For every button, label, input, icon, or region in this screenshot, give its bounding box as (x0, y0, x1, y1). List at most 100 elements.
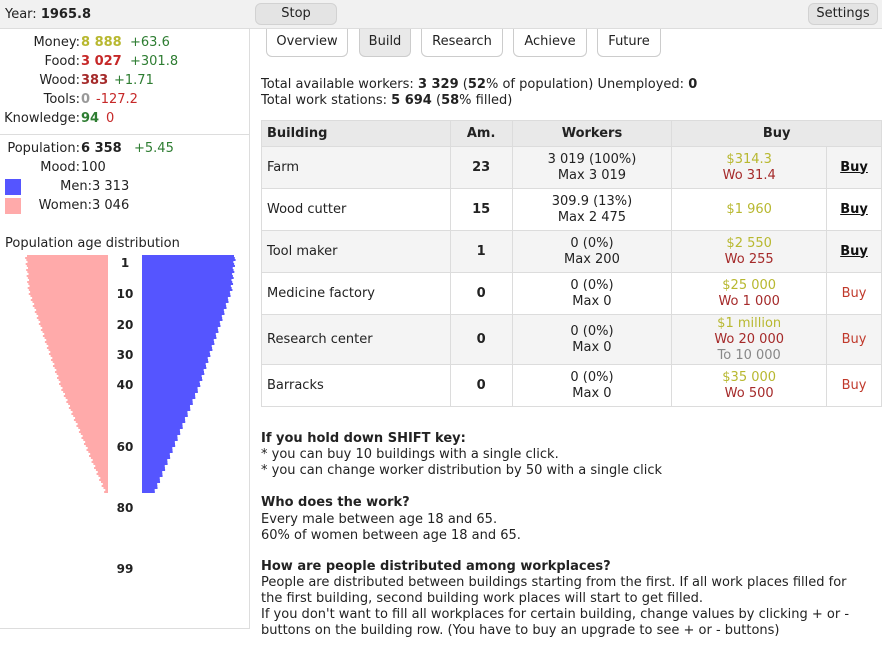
building-name: Research center (261, 314, 451, 365)
men-age-bar (142, 307, 227, 309)
men-age-bar (142, 303, 226, 305)
women-age-bar (36, 309, 108, 311)
women-age-bar (54, 367, 108, 369)
wood-value: 383 (81, 73, 109, 88)
tab-overview[interactable]: Overview (266, 29, 348, 57)
men-age-bar (142, 275, 233, 277)
buy-button[interactable]: Buy (840, 202, 868, 217)
wood-cost: Wo 500 (724, 385, 774, 401)
building-cost: $314.3 Wo 31.4 (671, 146, 828, 189)
buy-button[interactable]: Buy (840, 160, 868, 175)
men-age-bar (142, 337, 217, 339)
buy-cell: Buy (826, 146, 882, 189)
women-age-bar (54, 371, 108, 373)
women-age-bar (62, 387, 108, 389)
men-age-bar (142, 317, 223, 319)
men-age-bar (142, 313, 225, 315)
men-age-bar (142, 431, 181, 433)
women-age-bar (38, 319, 108, 321)
available-workers-label: Total available workers: (261, 77, 414, 92)
women-age-bar (99, 479, 108, 481)
men-age-bar (142, 461, 168, 463)
women-age-bar (90, 457, 108, 459)
women-age-bar (46, 339, 108, 341)
age-label: 10 (116, 287, 134, 301)
men-age-bar (142, 363, 206, 365)
men-age-bar (142, 391, 198, 393)
women-age-bar (105, 489, 108, 491)
men-row: Men: 3 313 (0, 179, 250, 198)
settings-button[interactable]: Settings (808, 3, 878, 25)
women-age-bar (27, 281, 108, 283)
women-age-bar (32, 305, 109, 307)
workers-count: 0 (0%) (570, 323, 614, 339)
buy-button[interactable]: Buy (842, 378, 867, 393)
buy-button[interactable]: Buy (842, 286, 867, 301)
women-age-bar (101, 485, 108, 487)
men-age-bar (142, 345, 212, 347)
women-age-bar (26, 275, 108, 277)
men-age-bar (142, 323, 221, 325)
women-age-bar (38, 323, 108, 325)
building-cost: $1 960 (671, 188, 828, 231)
header-workers: Workers (511, 120, 673, 147)
building-workers: 0 (0%) Max 0 (511, 272, 673, 315)
tab-future[interactable]: Future (597, 29, 661, 57)
women-age-bar (80, 433, 108, 435)
women-value: 3 046 (92, 198, 130, 213)
tab-achieve[interactable]: Achieve (513, 29, 587, 57)
men-age-bar (142, 259, 236, 261)
tab-build[interactable]: Build (359, 29, 411, 57)
building-amount: 1 (449, 230, 513, 273)
women-age-bar (36, 317, 109, 319)
mood-label: Mood: (40, 160, 80, 175)
men-age-bar (142, 267, 233, 269)
tab-research[interactable]: Research (421, 29, 503, 57)
men-label: Men: (60, 179, 92, 194)
table-row: Research center 0 0 (0%) Max 0 $1 million Wo … (261, 314, 882, 365)
men-age-bar (142, 415, 188, 417)
women-age-bar (83, 439, 108, 441)
building-amount: 0 (449, 314, 513, 365)
men-age-bar (142, 293, 231, 295)
women-age-bar (25, 257, 108, 259)
buy-cell: Buy (826, 230, 882, 273)
women-age-bar (29, 285, 108, 287)
men-age-bar (142, 485, 158, 487)
men-age-bar (142, 373, 205, 375)
work-stations-suffix: % filled) (459, 93, 513, 108)
women-age-bar (27, 271, 109, 273)
women-age-bar (42, 327, 109, 329)
men-age-bar (142, 325, 221, 327)
men-age-bar (142, 291, 230, 293)
women-label: Women: (38, 198, 92, 213)
table-row: Farm 23 3 019 (100%) Max 3 019 $314.3 Wo 31.4… (261, 146, 882, 189)
women-age-bar (73, 415, 108, 417)
women-age-bar (30, 295, 109, 297)
available-workers-value: 3 329 (417, 77, 459, 92)
women-age-bar (81, 437, 108, 439)
table-row: Tool maker 1 0 (0%) Max 200 $2 550 Wo 255 Buy (261, 230, 882, 273)
stop-button[interactable]: Stop (255, 3, 337, 25)
women-age-bar (44, 333, 108, 335)
buy-button[interactable]: Buy (842, 332, 867, 347)
men-age-bar (142, 389, 198, 391)
population-delta: +5.45 (134, 141, 174, 156)
women-age-bar (91, 461, 108, 463)
year-value: 1965.8 (40, 7, 91, 22)
building-cost: $1 million Wo 20 000 To 10 000 (671, 314, 828, 365)
men-age-bar (142, 433, 181, 435)
available-workers-line: Total available workers: 3 329 (52% of p… (261, 77, 698, 92)
buy-button[interactable]: Buy (840, 244, 868, 259)
men-age-bar (142, 443, 176, 445)
women-age-bar (94, 467, 108, 469)
men-age-bar (142, 305, 227, 307)
women-age-bar (57, 377, 108, 379)
women-age-bar (102, 483, 108, 485)
men-age-bar (142, 331, 219, 333)
women-age-bar (40, 321, 108, 323)
women-age-bar (85, 445, 108, 447)
buildings-table-body: Farm 23 3 019 (100%) Max 3 019 $314.3 Wo 31.4… (261, 146, 882, 407)
men-age-bar (142, 283, 234, 285)
food-row: Food: 3 027 +301.8 (0, 54, 250, 73)
